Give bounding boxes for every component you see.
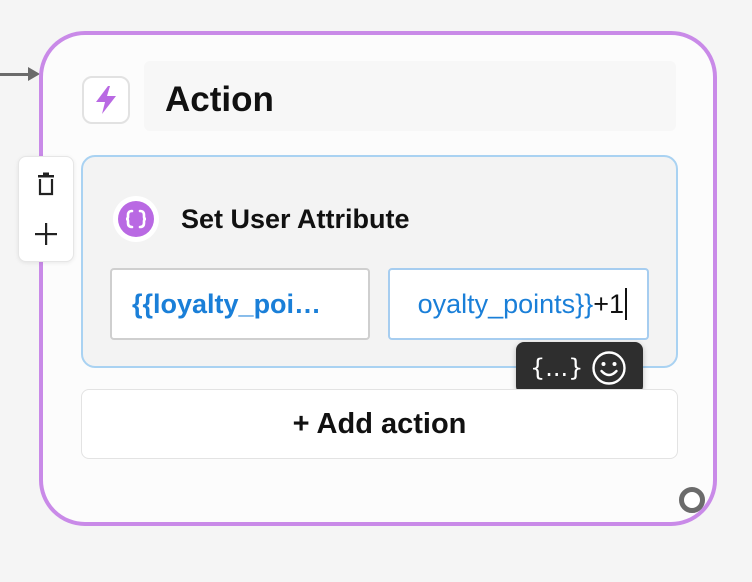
attribute-value-suffix: +1 (593, 288, 624, 319)
attribute-name-value: {{loyalty_poi… (132, 288, 322, 319)
lightning-bolt-icon (82, 76, 130, 124)
insert-variable-button[interactable]: {...} (530, 352, 583, 384)
workflow-canvas: Action Set User Attribute {{loyalty_poi…… (0, 0, 752, 582)
add-step-button[interactable] (32, 220, 60, 248)
node-title: Action (165, 80, 274, 119)
insert-emoji-button[interactable] (590, 349, 628, 387)
incoming-connector-line (0, 73, 30, 76)
braces-icon (118, 201, 154, 237)
attribute-name-field[interactable]: {{loyalty_poi… (110, 268, 370, 340)
trash-icon (38, 172, 54, 196)
insert-popover: {...} (516, 342, 643, 394)
output-handle[interactable] (679, 487, 705, 513)
step-title: Set User Attribute (181, 204, 410, 234)
text-caret (625, 288, 627, 320)
add-action-button[interactable]: + Add action (81, 389, 678, 459)
node-side-toolbar (18, 156, 74, 262)
step-icon-badge (113, 196, 159, 242)
delete-node-button[interactable] (32, 170, 60, 198)
plus-icon (35, 223, 57, 245)
attribute-value-variable: oyalty_points}} (417, 288, 594, 319)
smiley-icon (592, 351, 626, 385)
attribute-value-field[interactable]: oyalty_points}} +1 (388, 268, 649, 340)
